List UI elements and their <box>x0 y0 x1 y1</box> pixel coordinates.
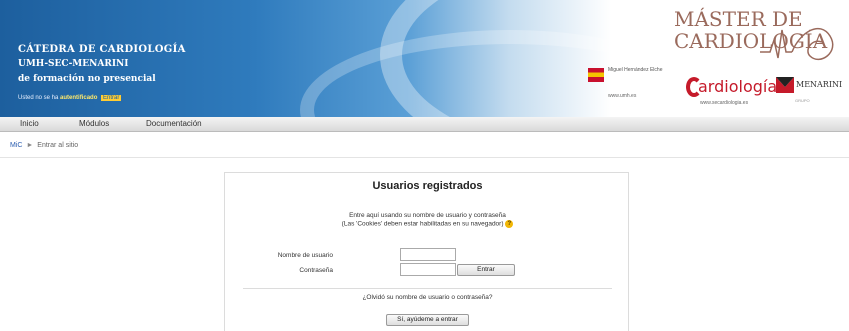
umh-logo: Miguel Hernández Elche <box>588 66 666 90</box>
umh-logo-text: Miguel Hernández Elche <box>608 67 663 73</box>
login-panel: Usuarios registrados Entre aquí usando s… <box>224 172 629 331</box>
heartbeat-heart-icon <box>760 28 834 61</box>
breadcrumb: MiC ► Entrar al sitio <box>10 142 78 149</box>
menarini-text: MENARINI <box>796 80 843 89</box>
nav-item-inicio[interactable]: Inicio <box>20 119 39 128</box>
login-divider <box>243 288 612 289</box>
menarini-sub: GRUPO <box>795 98 810 103</box>
cardio-logo-text: ardiología <box>698 77 778 96</box>
forgot-password-button[interactable]: Sí, ayúdeme a entrar <box>386 314 469 326</box>
umh-url: www.umh.es <box>608 93 637 99</box>
login-status: Usted no se ha autentificado Entrar <box>18 95 122 101</box>
login-status-prefix: Usted no se ha <box>18 95 59 101</box>
login-intro-line1: Entre aquí usando su nombre de usuario y… <box>349 212 506 219</box>
username-input[interactable] <box>400 248 456 261</box>
site-title-line2: UMH-SEC-MENARINI <box>18 59 129 69</box>
breadcrumb-current: Entrar al sitio <box>37 142 79 149</box>
login-status-user: autentificado <box>60 95 98 101</box>
login-intro-line2: (Las 'Cookies' deben estar habilitadas e… <box>225 220 630 229</box>
breadcrumb-home-link[interactable]: MiC <box>10 142 22 149</box>
forgot-text: ¿Olvidó su nombre de usuario o contraseñ… <box>362 294 493 301</box>
header-banner: CÁTEDRA DE CARDIOLOGÍA UMH-SEC-MENARINI … <box>0 0 849 117</box>
breadcrumb-separator-icon: ► <box>26 142 34 149</box>
login-title: Usuarios registrados <box>372 180 483 192</box>
username-label: Nombre de usuario <box>277 252 333 259</box>
nav-item-modulos[interactable]: Módulos <box>79 119 109 128</box>
help-icon[interactable]: ? <box>505 220 514 228</box>
login-submit-button[interactable]: Entrar <box>457 264 515 276</box>
site-title-line1: CÁTEDRA DE CARDIOLOGÍA <box>18 44 186 55</box>
password-label: Contraseña <box>299 267 333 274</box>
umh-flag-icon <box>588 68 604 82</box>
site-title-line3: de formación no presencial <box>18 74 156 84</box>
login-intro: Entre aquí usando su nombre de usuario y… <box>225 212 630 229</box>
main-nav: Inicio Módulos Documentación <box>0 117 849 132</box>
login-intro-line2-text: (Las 'Cookies' deben estar habilitadas e… <box>341 220 504 228</box>
menarini-m-icon <box>776 77 794 93</box>
header-divider <box>0 157 849 158</box>
nav-item-documentacion[interactable]: Documentación <box>146 119 202 128</box>
login-link[interactable]: Entrar <box>101 95 122 101</box>
password-input[interactable] <box>400 263 456 276</box>
cardio-url: www.secardiologia.es <box>700 100 749 106</box>
